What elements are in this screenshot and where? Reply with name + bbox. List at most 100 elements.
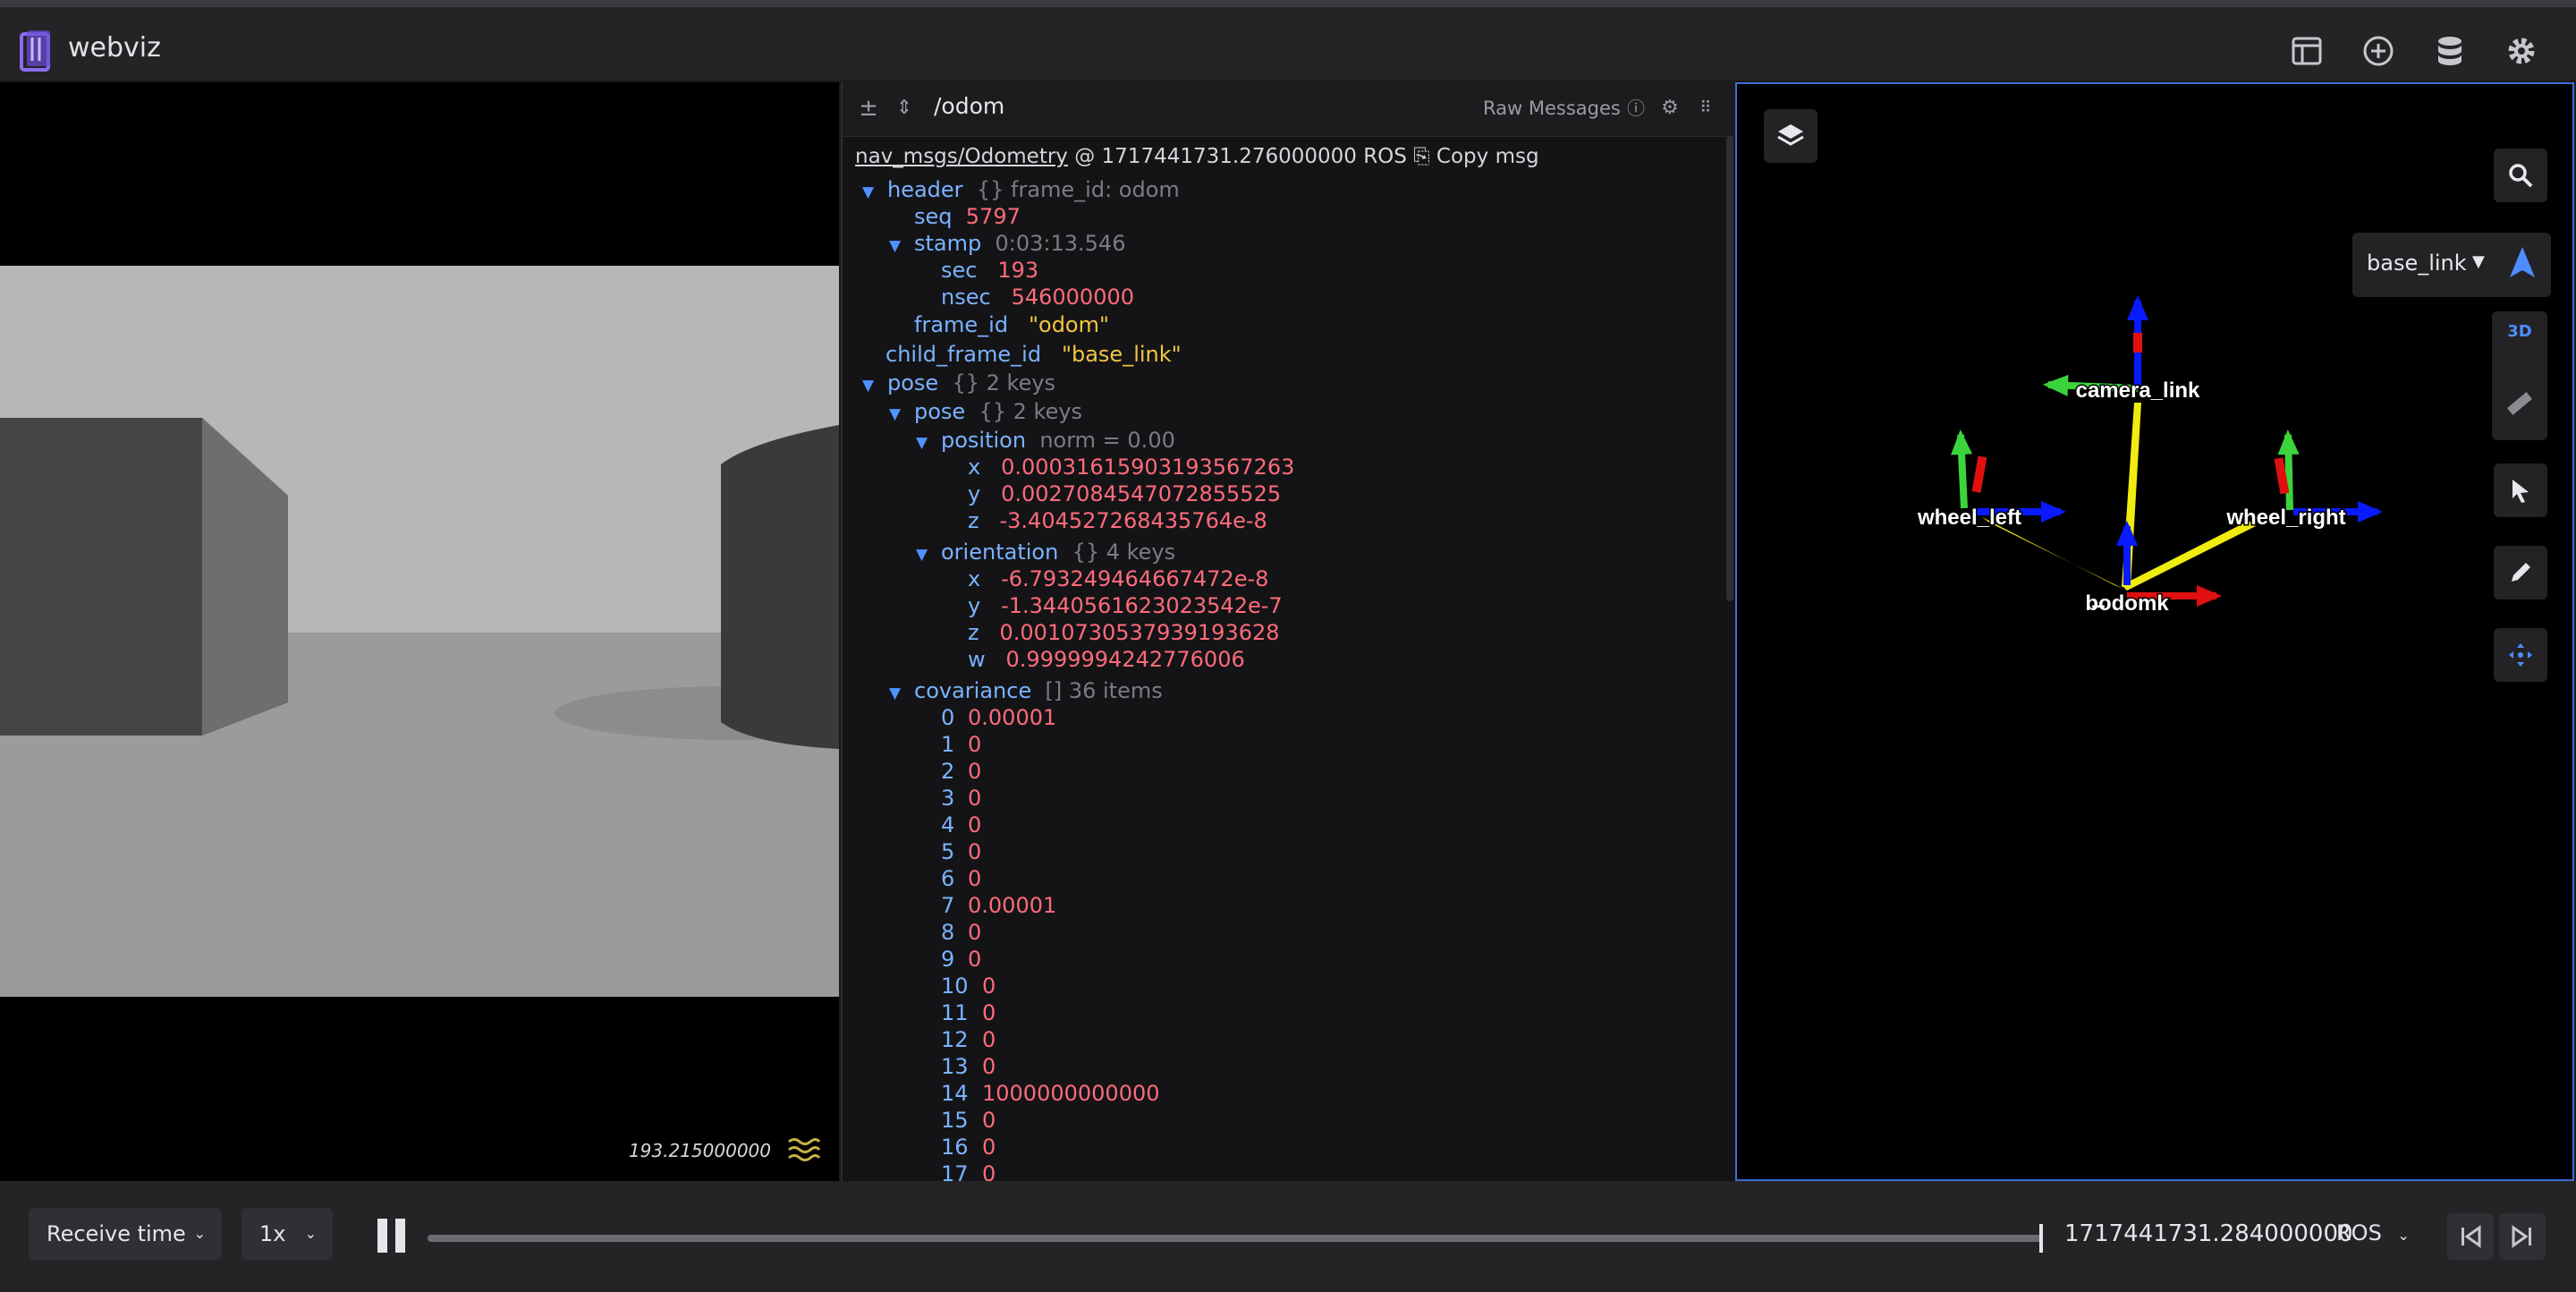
covariance-index: 8 xyxy=(941,920,955,945)
covariance-value: 0 xyxy=(968,920,982,945)
covariance-index: 14 xyxy=(941,1081,969,1106)
drag-handle-icon[interactable]: ⠿ xyxy=(1692,95,1719,122)
skip-forward-icon xyxy=(2512,1225,2531,1248)
tree-leaf-orientation-x: x -6.793249464667472e-8 xyxy=(968,566,1269,591)
follow-navigation-icon[interactable] xyxy=(2503,243,2542,283)
data-source-icon[interactable] xyxy=(2429,30,2470,72)
time-source-value: Receive time xyxy=(47,1221,186,1246)
wheel-right-z-axis-head xyxy=(2358,501,2383,523)
tree-leaf-orientation-z: z 0.0010730537939193628 xyxy=(968,620,1280,645)
expand-all-icon[interactable]: ± xyxy=(855,95,882,122)
move-icon xyxy=(2509,643,2532,667)
view-toolbar: 3D xyxy=(2492,311,2547,440)
follow-frame-value: base_link xyxy=(2367,251,2467,276)
covariance-value: 0.00001 xyxy=(968,893,1057,918)
covariance-index: 6 xyxy=(941,866,955,891)
time-source-select[interactable]: Receive time ⌄ xyxy=(29,1208,222,1260)
tree-leaf-nsec: nsec 546000000 xyxy=(941,285,1135,310)
copy-icon[interactable]: ⎘ xyxy=(1413,145,1429,168)
seek-handle[interactable] xyxy=(2039,1224,2043,1253)
image-timestamp: 193.215000000 xyxy=(628,1140,771,1161)
add-panel-icon[interactable] xyxy=(2358,30,2399,72)
covariance-item: 11 0 xyxy=(941,999,996,1026)
tree-node-orientation[interactable]: ▼ orientation {} 4 keys xyxy=(916,539,1175,565)
tree-node-pose[interactable]: ▼ pose {} 2 keys xyxy=(862,370,1055,396)
tree-node-pose-inner[interactable]: ▼ pose {} 2 keys xyxy=(889,398,1082,425)
layers-icon xyxy=(1777,124,1804,146)
pause-button[interactable] xyxy=(374,1217,410,1254)
covariance-item: 40 xyxy=(941,812,981,838)
covariance-item: 17 0 xyxy=(941,1160,996,1181)
publish-pose-button[interactable] xyxy=(2494,628,2547,682)
tree-leaf-frame-id: frame_id "odom" xyxy=(914,312,1110,337)
covariance-index: 12 xyxy=(941,1027,969,1052)
time-format-select[interactable]: ROS ⌄ xyxy=(2336,1220,2410,1245)
pencil-icon xyxy=(2512,563,2530,582)
image-menu-icon[interactable] xyxy=(785,1136,821,1163)
covariance-index: 7 xyxy=(941,893,955,918)
covariance-value: 0 xyxy=(982,973,996,999)
chevron-down-icon: ▼ xyxy=(2472,252,2485,271)
wheel-left-label: wheel_left xyxy=(1917,506,2021,530)
tree-node-stamp[interactable]: ▼ stamp 0:03:13.546 xyxy=(889,230,1125,257)
covariance-item: 10 0 xyxy=(941,973,996,999)
covariance-item: 7 0.00001 xyxy=(941,892,1056,919)
tree-leaf-sec: sec 193 xyxy=(941,258,1039,283)
covariance-value: 0 xyxy=(968,839,982,864)
image-panel[interactable]: 193.215000000 xyxy=(0,82,839,1181)
copy-msg-button[interactable]: Copy msg xyxy=(1436,145,1539,168)
covariance-index: 11 xyxy=(941,1000,969,1025)
tree-leaf-position-x: x 0.00031615903193567263 xyxy=(968,455,1295,480)
view-mode-toggle[interactable]: 3D xyxy=(2492,322,2547,341)
covariance-index: 4 xyxy=(941,812,955,837)
covariance-value: 0 xyxy=(982,1000,996,1025)
link-base-right xyxy=(2122,521,2256,591)
tree-node-header[interactable]: ▼ header {} frame_id: odom xyxy=(862,176,1180,203)
covariance-item: 14 1000000000000 xyxy=(941,1080,1160,1107)
camera-image xyxy=(0,266,839,997)
covariance-index: 9 xyxy=(941,947,955,972)
covariance-index: 16 xyxy=(941,1135,969,1160)
tree-node-covariance[interactable]: ▼ covariance [] 36 items xyxy=(889,677,1163,704)
covariance-value: 0 xyxy=(968,732,982,757)
covariance-value: 0 xyxy=(968,759,982,784)
raw-messages-panel[interactable]: ± ⇕ /odom Raw Messages ⓘ ⚙ ⠿ nav_msgs/Od… xyxy=(841,82,1735,1181)
covariance-value: 0.00001 xyxy=(968,705,1057,730)
help-icon[interactable]: ⓘ xyxy=(1623,95,1649,122)
covariance-item: 90 xyxy=(941,946,981,973)
message-type-link[interactable]: nav_msgs/Odometry xyxy=(855,145,1068,168)
covariance-item: 12 0 xyxy=(941,1026,996,1053)
covariance-item: 20 xyxy=(941,758,981,785)
layout-icon[interactable] xyxy=(2286,30,2327,72)
tree-node-position[interactable]: ▼ position norm = 0.00 xyxy=(916,427,1175,454)
base-z-axis-head xyxy=(2116,521,2138,546)
jump-backward-button[interactable] xyxy=(2447,1213,2494,1260)
select-tool-button[interactable] xyxy=(2494,463,2547,517)
covariance-index: 1 xyxy=(941,732,955,757)
jump-forward-button[interactable] xyxy=(2499,1213,2546,1260)
settings-gear-icon[interactable] xyxy=(2501,30,2542,72)
ruler-icon[interactable] xyxy=(2504,388,2535,419)
app-title: webviz xyxy=(68,32,161,64)
collapse-all-icon[interactable]: ⇕ xyxy=(891,95,918,122)
covariance-item: 80 xyxy=(941,919,981,946)
covariance-value: 0 xyxy=(968,947,982,972)
cursor-icon xyxy=(2512,480,2529,503)
speed-select[interactable]: 1x ⌄ xyxy=(242,1208,333,1260)
topic-path-input[interactable]: /odom xyxy=(934,93,1004,119)
panel-settings-icon[interactable]: ⚙ xyxy=(1657,95,1683,122)
covariance-value: 0 xyxy=(968,866,982,891)
follow-frame-select[interactable]: base_link ▼ xyxy=(2352,233,2551,297)
camera-x-axis xyxy=(2133,333,2142,353)
search-icon xyxy=(2509,164,2533,188)
search-button[interactable] xyxy=(2494,149,2547,202)
seek-bar[interactable] xyxy=(428,1235,2043,1242)
draw-tool-button[interactable] xyxy=(2494,546,2547,599)
covariance-value: 0 xyxy=(982,1135,996,1160)
three-d-panel[interactable]: camera_link wheel_left wheel_right b̶odomk … xyxy=(1735,82,2574,1181)
panel-type-label: Raw Messages xyxy=(1483,98,1621,119)
tree-leaf-orientation-y: y -1.3440561623023542e-7 xyxy=(968,593,1283,618)
layers-button[interactable] xyxy=(1764,109,1818,163)
base-x-axis-head xyxy=(2197,585,2222,607)
scrollbar[interactable] xyxy=(1726,136,1733,601)
